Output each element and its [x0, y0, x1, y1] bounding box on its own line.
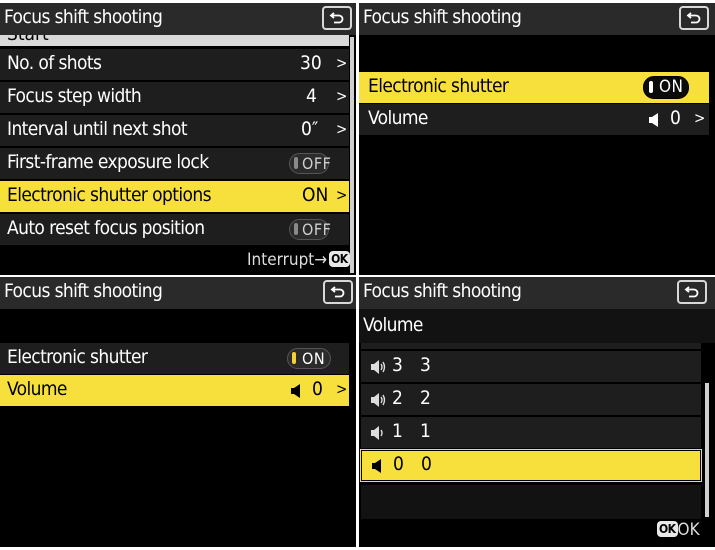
panel-electronic-shutter-options: Focus shift shooting Electronic shutter … — [359, 3, 715, 275]
toggle-label: ON — [302, 349, 326, 368]
menu-item-value: 4 — [306, 85, 317, 107]
volume-value: 0 — [421, 453, 432, 475]
menu-item-interval[interactable]: Interval until next shot 0″ > — [0, 115, 349, 146]
menu-item-volume[interactable]: Volume 0 > — [359, 104, 709, 135]
menu-item-value: 0″ — [301, 118, 319, 140]
chevron-right-icon: > — [694, 109, 706, 127]
toggle-off[interactable]: OFF — [289, 153, 332, 174]
menu-item-focus-step-width[interactable]: Focus step width 4 > — [0, 82, 349, 113]
scrollbar[interactable] — [350, 37, 354, 273]
panel-menu-main: Focus shift shooting Start No. of shots … — [0, 3, 356, 275]
chevron-right-icon: > — [336, 380, 348, 398]
toggle-label: ON — [659, 77, 684, 97]
volume-option-0[interactable]: 0 0 — [361, 450, 701, 481]
menu-item-label: First-frame exposure lock — [7, 151, 209, 173]
menu-item-label: Volume — [368, 107, 428, 129]
menu-item-volume[interactable]: Volume 0 > — [0, 375, 349, 406]
toggle-knob — [292, 352, 296, 364]
back-button[interactable] — [677, 280, 707, 304]
menu-item-label: Electronic shutter options — [7, 184, 212, 206]
list-bottom-edge — [361, 485, 701, 519]
menu-item-label: Focus step width — [7, 85, 142, 107]
toggle-label: OFF — [302, 220, 332, 239]
volume-level: 0 — [393, 453, 404, 475]
footer-text: Interrupt→ — [247, 250, 328, 270]
menu-item-auto-reset-focus[interactable]: Auto reset focus position OFF — [0, 214, 349, 245]
menu-item-electronic-shutter-options[interactable]: Electronic shutter options ON > — [0, 181, 349, 212]
volume-option-2[interactable]: 2 2 — [361, 384, 701, 415]
volume-value: 1 — [420, 420, 431, 442]
menu-item-first-frame-exposure-lock[interactable]: First-frame exposure lock OFF — [0, 148, 349, 179]
speaker-icon — [291, 384, 300, 398]
menu-item-label: Auto reset focus position — [7, 217, 205, 239]
volume-level: 2 — [392, 387, 403, 409]
return-icon — [330, 286, 345, 298]
speaker-2-icon — [371, 393, 386, 407]
menu-item-no-of-shots[interactable]: No. of shots 30 > — [0, 49, 349, 80]
return-icon — [684, 286, 699, 298]
back-button[interactable] — [323, 280, 353, 304]
toggle-knob — [294, 157, 298, 169]
volume-level: 3 — [392, 354, 403, 376]
chevron-right-icon: > — [336, 120, 348, 138]
menu-item-label: No. of shots — [7, 52, 102, 74]
menu-item-value: 0 — [312, 378, 323, 400]
toggle-on[interactable]: ON — [287, 348, 331, 369]
page-title: Focus shift shooting — [363, 280, 522, 302]
menu-item-label: Electronic shutter — [368, 75, 509, 97]
menu-item-value: ON — [302, 184, 329, 206]
menu-item-label: Electronic shutter — [7, 346, 148, 368]
menu-item-value: 0 — [670, 107, 681, 129]
menu-item-value: 30 — [300, 52, 322, 74]
toggle-label: OFF — [302, 154, 332, 173]
return-icon — [686, 12, 701, 24]
footer-text: OK — [677, 520, 700, 540]
speaker-icon — [649, 113, 658, 127]
volume-value: 2 — [420, 387, 431, 409]
chevron-right-icon: > — [336, 87, 348, 105]
volume-option-3[interactable]: 3 3 — [361, 351, 701, 382]
scrollbar[interactable] — [705, 383, 709, 517]
page-title: Focus shift shooting — [363, 6, 522, 28]
back-button[interactable] — [679, 6, 709, 30]
menu-item-label: Interval until next shot — [7, 118, 188, 140]
toggle-knob — [649, 81, 653, 93]
volume-level: 1 — [392, 420, 403, 442]
back-button[interactable] — [322, 6, 352, 30]
subheader: Volume — [359, 309, 715, 343]
toggle-knob — [294, 223, 298, 235]
volume-option-1[interactable]: 1 1 — [361, 417, 701, 448]
volume-value: 3 — [420, 354, 431, 376]
footer-hint: Interrupt→ OK — [247, 250, 350, 270]
menu-item-start[interactable]: Start — [0, 35, 349, 46]
menu-item-label: Start — [7, 35, 49, 45]
speaker-1-icon — [371, 426, 383, 440]
chevron-right-icon: > — [336, 186, 348, 204]
page-title: Focus shift shooting — [4, 280, 163, 302]
ok-button-icon: OK — [657, 521, 678, 537]
menu-item-electronic-shutter[interactable]: Electronic shutter ON — [0, 343, 349, 374]
page-title: Focus shift shooting — [4, 6, 163, 28]
return-icon — [329, 12, 344, 24]
toggle-on[interactable]: ON — [643, 76, 689, 99]
menu-item-electronic-shutter[interactable]: Electronic shutter ON — [359, 72, 709, 103]
ok-button-icon: OK — [329, 251, 350, 267]
footer-hint: OK OK — [657, 520, 700, 540]
subheader-title: Volume — [363, 314, 423, 336]
panel-volume-select: Focus shift shooting Volume 3 3 2 2 1 1 … — [359, 277, 715, 547]
speaker-3-icon — [371, 360, 386, 374]
chevron-right-icon: > — [336, 54, 348, 72]
speaker-0-icon — [372, 459, 381, 473]
list-top-edge — [361, 343, 701, 349]
menu-item-label: Volume — [7, 378, 67, 400]
toggle-off[interactable]: OFF — [289, 219, 332, 240]
panel-electronic-shutter-options-volume: Focus shift shooting Electronic shutter … — [0, 277, 356, 547]
